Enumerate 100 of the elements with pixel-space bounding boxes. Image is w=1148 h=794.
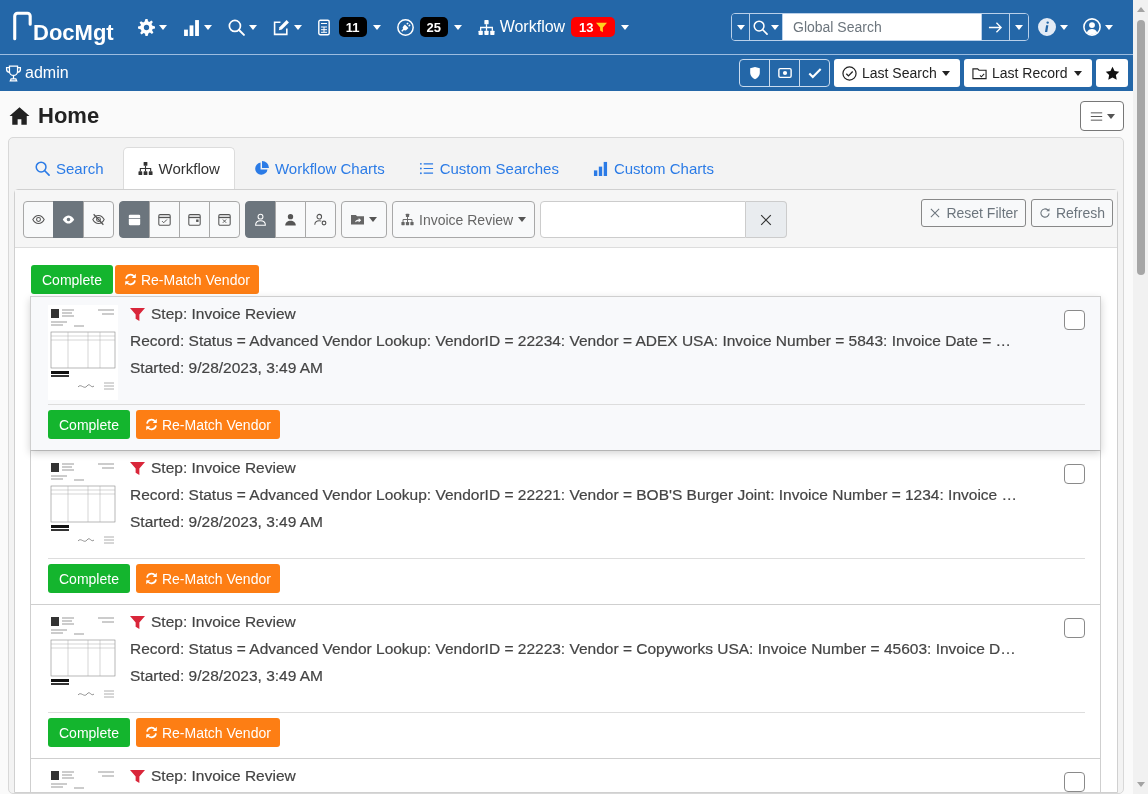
count-badge: 25 [419, 17, 448, 37]
sitemap-icon [477, 18, 495, 36]
caret-icon [1074, 70, 1082, 76]
refresh-button[interactable]: Refresh [1030, 199, 1113, 227]
refresh-icon [1038, 207, 1051, 219]
last-record-dropdown[interactable]: Last Record [964, 59, 1092, 87]
scrollbar-thumb[interactable] [1136, 20, 1145, 275]
gear-icon [137, 18, 155, 36]
step-label: Step: Invoice Review [151, 459, 296, 477]
caret-icon [771, 24, 779, 30]
caret-icon [621, 24, 630, 30]
trophy-icon [5, 64, 22, 82]
filter-icon [130, 460, 145, 476]
scope-dropdown-button[interactable] [732, 14, 750, 40]
eye-icon [62, 213, 75, 226]
filter-field[interactable] [540, 201, 747, 238]
count-badge: 11 [338, 17, 367, 37]
select-checkbox[interactable] [1064, 464, 1085, 484]
tab[interactable]: Workflow [122, 147, 235, 189]
logo-text[interactable]: DocMgt [33, 22, 114, 44]
go-button[interactable] [981, 14, 1010, 40]
list-icon [418, 161, 434, 176]
tab[interactable]: Custom Searches [403, 147, 574, 189]
plug-menu-button[interactable]: 25 [396, 12, 462, 42]
user-toggle-button[interactable] [305, 201, 336, 238]
started-time: Started: 9/28/2023, 3:49 AM [130, 513, 325, 531]
star-button[interactable] [1096, 59, 1128, 87]
scrollbar-track[interactable] [1133, 0, 1148, 794]
eye-toggle-button[interactable] [23, 201, 54, 238]
eye-toggle-button[interactable] [83, 201, 114, 238]
user-toggle-button[interactable] [275, 201, 306, 238]
workflow-menu-button[interactable]: Workflow 13 [477, 12, 630, 42]
record-summary: Record: Status = Advanced Vendor Lookup: VendorID = 22221: Vendor = BOB'S Burger Joint: Invoice Number = 1234: Invoice … [130, 486, 1018, 504]
step-label: Step: Invoice Review [151, 767, 296, 785]
banknote-icon [777, 66, 792, 80]
calendar-icon [188, 213, 201, 226]
rematch-vendor-button[interactable]: Re-Match Vendor [114, 265, 259, 294]
shield-button[interactable] [739, 59, 770, 87]
search-icon [35, 161, 50, 176]
sitemap-icon [137, 161, 153, 176]
menu-dropdown-button[interactable] [1080, 101, 1124, 131]
eye-slash-icon [92, 213, 105, 226]
search-type-button[interactable] [750, 14, 783, 40]
page-title: Home [38, 103, 100, 129]
folder-dropdown-button[interactable] [341, 201, 387, 238]
tab[interactable]: Custom Charts [577, 147, 729, 189]
info-icon [1038, 18, 1056, 36]
filter-icon [130, 614, 145, 630]
complete-button[interactable]: Complete [48, 564, 130, 593]
rematch-vendor-button[interactable]: Re-Match Vendor [135, 410, 280, 439]
calendar-toggle-button[interactable] [209, 201, 240, 238]
started-time: Started: 9/28/2023, 3:49 AM [130, 667, 325, 685]
tab[interactable]: Search [20, 147, 119, 189]
calculator-icon [317, 18, 330, 36]
user-circle-icon [1083, 18, 1101, 36]
search-icon [753, 19, 768, 35]
eye-toggle-button[interactable] [53, 201, 84, 238]
logo-icon [12, 10, 32, 42]
started-time: Started: 9/28/2023, 3:49 AM [130, 359, 325, 377]
calendar-icon [128, 213, 141, 226]
complete-button[interactable]: Complete [48, 410, 130, 439]
sync-icon [123, 273, 137, 286]
caret-icon [736, 24, 745, 30]
complete-button[interactable]: Complete [48, 718, 130, 747]
menu-icon [1089, 109, 1103, 123]
rematch-vendor-button[interactable]: Re-Match Vendor [135, 564, 280, 593]
banknote-button[interactable] [769, 59, 800, 87]
last-search-dropdown[interactable]: Last Search [834, 59, 960, 87]
filter-icon [596, 21, 608, 33]
user-icon [284, 213, 297, 226]
caret-icon [158, 24, 167, 30]
calendar-toggle-button[interactable] [179, 201, 210, 238]
caret-icon [203, 24, 212, 30]
user-toggle-button[interactable] [245, 201, 276, 238]
record-summary: Record: Status = Advanced Vendor Lookup: VendorID = 22223: Vendor = Copyworks USA: Invoice Number = 45603: Invoice D… [130, 640, 1017, 658]
caret-icon [942, 70, 950, 76]
calendar-toggle-button[interactable] [119, 201, 150, 238]
calculator-menu-button[interactable]: 11 [317, 12, 381, 42]
caret-icon [1106, 113, 1115, 119]
plug-icon [396, 18, 414, 36]
global-search-field[interactable]: Global Search [783, 14, 981, 40]
workflow-filter-dropdown[interactable]: Invoice Review [392, 201, 536, 238]
reset-filter-button[interactable]: Reset Filter [921, 199, 1026, 227]
circle-check-icon [842, 65, 857, 81]
folder-icon [351, 213, 364, 226]
calendar-check-icon [158, 213, 171, 226]
select-checkbox[interactable] [1064, 618, 1085, 638]
search-icon [227, 18, 245, 36]
calendar-toggle-button[interactable] [149, 201, 180, 238]
complete-button[interactable]: Complete [31, 265, 113, 294]
caret-icon [248, 24, 257, 30]
tab[interactable]: Workflow Charts [238, 147, 400, 189]
calendar-x-icon [218, 213, 231, 226]
sitemap-icon [401, 213, 414, 226]
rematch-vendor-button[interactable]: Re-Match Vendor [135, 718, 280, 747]
house-icon [9, 106, 30, 126]
check-button[interactable] [799, 59, 830, 87]
select-checkbox[interactable] [1064, 772, 1085, 792]
select-checkbox[interactable] [1064, 310, 1085, 330]
caret-icon [1060, 24, 1068, 30]
